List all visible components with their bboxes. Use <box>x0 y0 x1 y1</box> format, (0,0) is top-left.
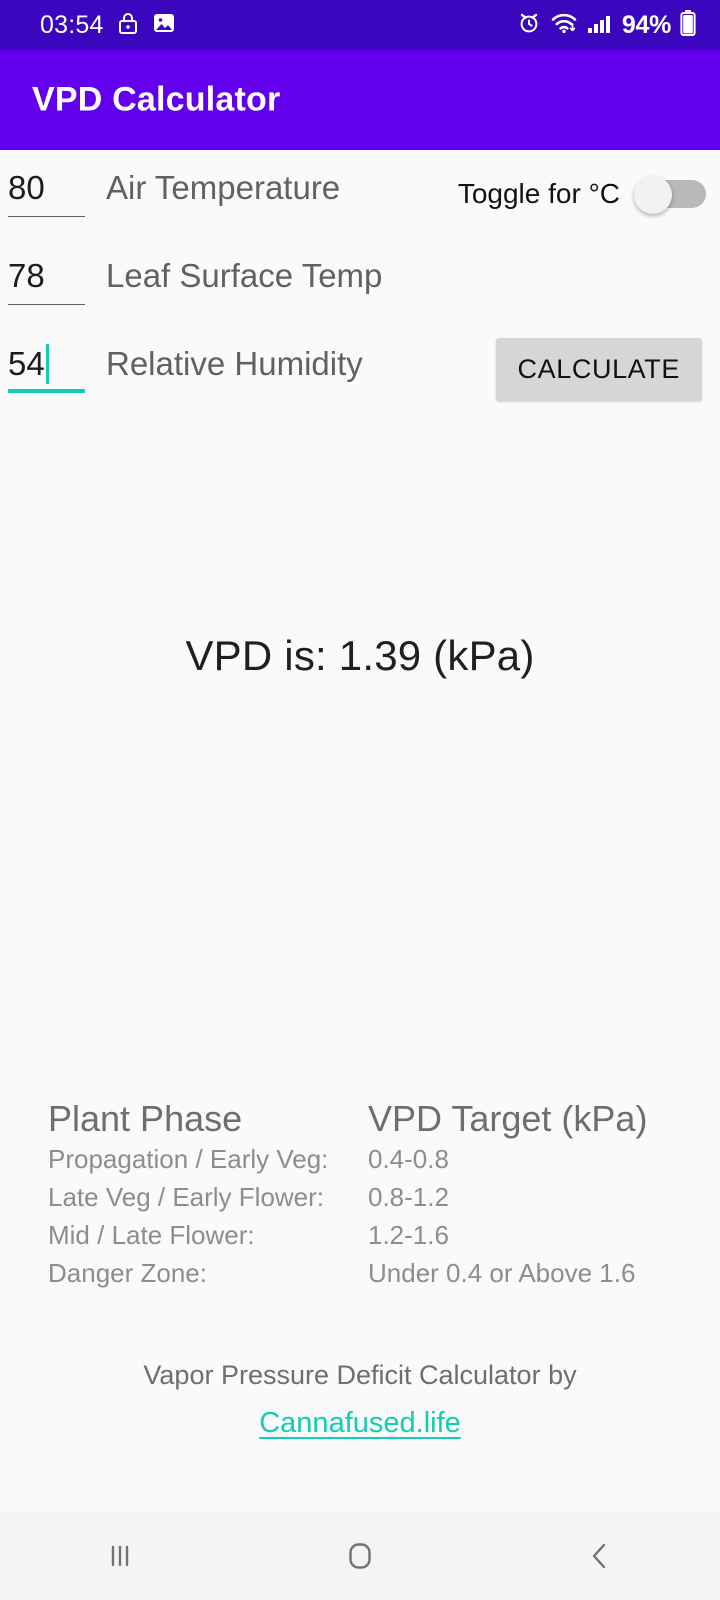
column-header-plant-phase: Plant Phase <box>48 1098 243 1139</box>
status-clock: 03:54 <box>40 10 104 39</box>
status-bar-left: 03:54 <box>40 11 176 40</box>
signal-icon <box>587 11 613 40</box>
air-temperature-input[interactable]: 80 <box>8 168 85 217</box>
status-bar-right: 94% <box>517 9 696 41</box>
field-row-leaf-surface-temp: 78 Leaf Surface Temp <box>0 238 720 326</box>
relative-humidity-underline <box>8 389 85 393</box>
status-bar: 03:54 94% <box>0 0 720 50</box>
celsius-toggle[interactable]: Toggle for °C <box>457 176 706 214</box>
air-temperature-label: Air Temperature <box>106 169 341 206</box>
relative-humidity-value-wrap: 54 <box>8 344 85 384</box>
cell-phase: Propagation / Early Veg: <box>48 1144 329 1174</box>
form-area: 80 Air Temperature Toggle for °C 78 Leaf… <box>0 150 720 414</box>
cell-target: 1.2-1.6 <box>368 1220 449 1250</box>
leaf-surface-temp-underline <box>8 304 85 305</box>
footer-link[interactable]: Cannafused.life <box>259 1407 461 1440</box>
leaf-surface-temp-value: 78 <box>8 257 45 294</box>
page-title: VPD Calculator <box>32 80 281 119</box>
table-header-row: Plant Phase VPD Target (kPa) <box>48 1098 688 1144</box>
lock-icon <box>117 11 139 40</box>
alarm-icon <box>517 11 541 40</box>
relative-humidity-input[interactable]: 54 <box>8 344 85 393</box>
switch-thumb <box>634 176 672 214</box>
android-nav-bar <box>0 1512 720 1600</box>
cell-phase: Danger Zone: <box>48 1258 207 1288</box>
footer: Vapor Pressure Deficit Calculator by Can… <box>0 1360 720 1440</box>
field-row-relative-humidity: 54 Relative Humidity CALCULATE <box>0 326 720 414</box>
vpd-reference-table: Plant Phase VPD Target (kPa) Propagation… <box>48 1098 688 1296</box>
wifi-icon <box>550 11 578 40</box>
cell-target: Under 0.4 or Above 1.6 <box>368 1258 636 1288</box>
leaf-surface-temp-input[interactable]: 78 <box>8 256 85 305</box>
battery-percent: 94% <box>621 10 671 39</box>
calculate-button[interactable]: CALCULATE <box>495 338 702 401</box>
vpd-result: VPD is: 1.39 (kPa) <box>185 632 535 679</box>
celsius-toggle-label: Toggle for °C <box>457 178 620 209</box>
relative-humidity-label: Relative Humidity <box>106 345 363 382</box>
back-icon[interactable] <box>480 1539 720 1573</box>
table-row: Propagation / Early Veg: 0.4-0.8 <box>48 1144 688 1182</box>
cell-phase: Mid / Late Flower: <box>48 1220 255 1250</box>
field-row-air-temperature: 80 Air Temperature Toggle for °C <box>0 150 720 238</box>
air-temperature-value: 80 <box>8 169 45 206</box>
image-icon <box>152 11 176 40</box>
relative-humidity-value: 54 <box>8 345 45 382</box>
home-icon[interactable] <box>240 1538 480 1574</box>
cell-target: 0.4-0.8 <box>368 1144 449 1174</box>
table-row: Late Veg / Early Flower: 0.8-1.2 <box>48 1182 688 1220</box>
cell-target: 0.8-1.2 <box>368 1182 449 1212</box>
air-temperature-underline <box>8 216 85 217</box>
text-caret <box>45 344 49 384</box>
battery-icon <box>680 9 696 41</box>
table-row: Danger Zone: Under 0.4 or Above 1.6 <box>48 1258 688 1296</box>
celsius-switch[interactable] <box>634 176 706 214</box>
footer-credit: Vapor Pressure Deficit Calculator by <box>143 1360 577 1390</box>
recents-icon[interactable] <box>0 1539 240 1573</box>
leaf-surface-temp-label: Leaf Surface Temp <box>106 257 383 294</box>
app-root: 03:54 94% VPD Calculator 80 Air Temperat… <box>0 0 720 1600</box>
app-bar: VPD Calculator <box>0 50 720 150</box>
cell-phase: Late Veg / Early Flower: <box>48 1182 325 1212</box>
table-row: Mid / Late Flower: 1.2-1.6 <box>48 1220 688 1258</box>
column-header-vpd-target: VPD Target (kPa) <box>368 1098 648 1139</box>
